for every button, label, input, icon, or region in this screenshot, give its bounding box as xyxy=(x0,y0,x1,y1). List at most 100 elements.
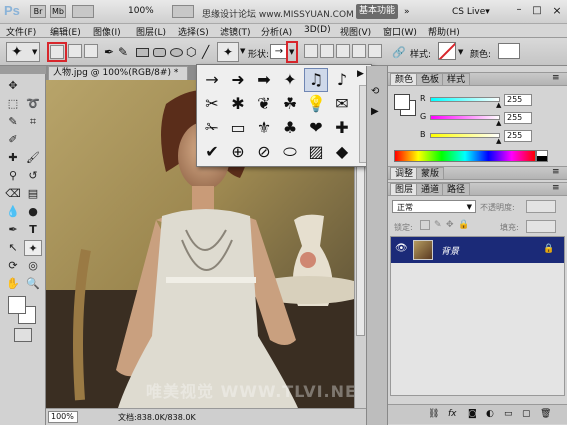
workspace-more-button[interactable]: » xyxy=(404,7,410,17)
move-tool-icon[interactable]: ✥ xyxy=(4,78,22,94)
tab-styles[interactable]: 样式 xyxy=(442,73,471,86)
crop-tool-icon[interactable]: ⌗ xyxy=(24,114,42,130)
shape-arrow-bold-icon[interactable]: ➜ xyxy=(227,69,249,91)
actions-icon[interactable]: ▶ xyxy=(371,106,379,117)
line-button[interactable]: ╱ xyxy=(202,45,209,59)
menu-select[interactable]: 选择(S) xyxy=(178,25,209,38)
rectangle-shape-button[interactable] xyxy=(136,48,149,57)
custom-shape-button[interactable]: ✦ xyxy=(217,42,239,62)
shape-hatch-icon[interactable]: ▨ xyxy=(305,141,327,163)
clone-stamp-tool-icon[interactable]: ⚲ xyxy=(4,168,22,184)
shape-heart-icon[interactable]: ❤ xyxy=(305,117,327,139)
3d-rotate-tool-icon[interactable]: ⟳ xyxy=(4,258,22,274)
channel-value-field[interactable]: 255 xyxy=(504,130,532,142)
arrange-documents-button[interactable] xyxy=(172,5,194,18)
zoom-field[interactable]: 100% xyxy=(48,411,78,423)
exclude-shape-mode[interactable] xyxy=(368,44,382,58)
visibility-eye-icon[interactable]: 👁 xyxy=(395,243,408,254)
tab-color[interactable]: 颜色 xyxy=(390,73,419,86)
panel-menu-icon[interactable]: ≡ xyxy=(552,73,560,83)
shape-music-notes-icon[interactable]: ♫ xyxy=(304,68,328,92)
subtract-shape-mode[interactable] xyxy=(336,44,350,58)
gradient-tool-icon[interactable]: ▤ xyxy=(24,186,42,202)
color-swatch[interactable] xyxy=(498,43,520,59)
shape-layers-button[interactable] xyxy=(50,45,64,59)
menu-3d[interactable]: 3D(D) xyxy=(304,25,331,35)
new-layer-icon[interactable]: ▢ xyxy=(522,409,531,419)
shape-fleur-icon[interactable]: ❦ xyxy=(253,93,275,115)
color-spectrum[interactable] xyxy=(394,150,536,162)
shape-clover-icon[interactable]: ☘ xyxy=(279,93,301,115)
document-info[interactable]: 文档:838.0K/838.0K xyxy=(118,412,196,423)
3d-orbit-tool-icon[interactable]: ◎ xyxy=(24,258,42,274)
link-icon[interactable]: 🔗 xyxy=(392,46,406,59)
shape-puzzle-icon[interactable]: ✚ xyxy=(331,117,353,139)
panel-menu-icon[interactable]: ≡ xyxy=(552,167,560,177)
workspace-button[interactable]: 基本功能 xyxy=(356,4,398,19)
channel-value-field[interactable]: 255 xyxy=(504,112,532,124)
opacity-field[interactable] xyxy=(526,200,556,213)
fill-pixels-button[interactable] xyxy=(84,44,98,58)
shape-no-sign-icon[interactable]: ⊘ xyxy=(253,141,275,163)
slider-thumb-icon[interactable]: ▲ xyxy=(496,119,501,127)
shape-frame-icon[interactable]: ▭ xyxy=(227,117,249,139)
paths-button[interactable] xyxy=(68,44,82,58)
ellipse-button[interactable] xyxy=(170,48,183,57)
tab-layers[interactable]: 图层 xyxy=(390,183,419,196)
tab-swatches[interactable]: 色板 xyxy=(416,73,445,86)
layer-row[interactable]: 👁 背景 🔒 xyxy=(391,237,564,263)
fill-field[interactable] xyxy=(526,220,556,233)
shape-crosshair-icon[interactable]: ⊕ xyxy=(227,141,249,163)
tab-channels[interactable]: 通道 xyxy=(416,183,445,196)
maximize-button[interactable]: □ xyxy=(530,5,544,17)
pen-tool-icon[interactable]: ✒ xyxy=(4,222,22,238)
shape-scissors-icon[interactable]: ✂ xyxy=(201,93,223,115)
shape-arrow-heavy-icon[interactable]: ➡ xyxy=(253,69,275,91)
blend-mode-select[interactable]: 正常 ▼ xyxy=(392,200,476,213)
healing-brush-tool-icon[interactable]: ✚ xyxy=(4,150,22,166)
slider-thumb-icon[interactable]: ▲ xyxy=(496,137,501,145)
shape-star-burst-icon[interactable]: ✦ xyxy=(279,69,301,91)
intersect-shape-mode[interactable] xyxy=(352,44,366,58)
shape-oval-icon[interactable]: ⬭ xyxy=(279,141,301,163)
layer-mask-icon[interactable]: ◙ xyxy=(468,409,477,419)
foreground-color-swatch[interactable] xyxy=(8,296,26,314)
path-select-tool-icon[interactable]: ↖ xyxy=(4,240,22,256)
menu-file[interactable]: 文件(F) xyxy=(6,25,36,38)
marquee-tool-icon[interactable]: ⬚ xyxy=(4,96,22,112)
hand-tool-icon[interactable]: ✋ xyxy=(4,276,22,292)
dodge-tool-icon[interactable]: ● xyxy=(24,204,42,220)
launch-mini-bridge-button[interactable]: Mb xyxy=(50,5,66,18)
spectrum-bw[interactable] xyxy=(536,150,548,162)
history-icon[interactable]: ⟲ xyxy=(371,86,379,97)
freeform-pen-icon[interactable]: ✎ xyxy=(118,45,128,59)
channel-slider[interactable] xyxy=(430,115,500,120)
zoom-level-select[interactable]: 100% xyxy=(128,6,154,16)
rounded-rectangle-button[interactable] xyxy=(153,48,166,57)
new-shape-layer-mode[interactable] xyxy=(304,44,318,58)
quick-select-tool-icon[interactable]: ✎ xyxy=(4,114,22,130)
menu-help[interactable]: 帮助(H) xyxy=(428,25,460,38)
channel-slider[interactable] xyxy=(430,97,500,102)
shape-bulb-icon[interactable]: 💡 xyxy=(305,93,327,115)
panel-menu-icon[interactable]: ≡ xyxy=(552,183,560,193)
blur-tool-icon[interactable]: 💧 xyxy=(4,204,22,220)
tab-adjustments[interactable]: 调整 xyxy=(390,167,419,180)
delete-layer-icon[interactable]: 🗑 xyxy=(540,409,551,419)
tool-preset-picker[interactable]: ✦ ▼ xyxy=(6,42,40,62)
shape-diamond-icon[interactable]: ◆ xyxy=(331,141,353,163)
view-extras-button[interactable] xyxy=(72,5,94,18)
shape-checkmark-icon[interactable]: ✔ xyxy=(201,141,223,163)
shape-club-icon[interactable]: ♣ xyxy=(279,117,301,139)
lock-position-icon[interactable]: ✥ xyxy=(446,220,454,230)
picker-menu-arrow[interactable]: ▶ xyxy=(357,69,364,79)
menu-edit[interactable]: 编辑(E) xyxy=(50,25,81,38)
eyedropper-tool-icon[interactable]: ✐ xyxy=(4,132,22,148)
lock-pixels-icon[interactable]: ✎ xyxy=(434,220,442,230)
shape-arrow-icon[interactable]: → xyxy=(201,69,223,91)
launch-bridge-button[interactable]: Br xyxy=(30,5,46,18)
polygon-button[interactable]: ⬡ xyxy=(186,45,196,59)
zoom-tool-icon[interactable]: 🔍 xyxy=(24,276,42,292)
eraser-tool-icon[interactable]: ⌫ xyxy=(4,186,22,202)
channel-slider[interactable] xyxy=(430,133,500,138)
